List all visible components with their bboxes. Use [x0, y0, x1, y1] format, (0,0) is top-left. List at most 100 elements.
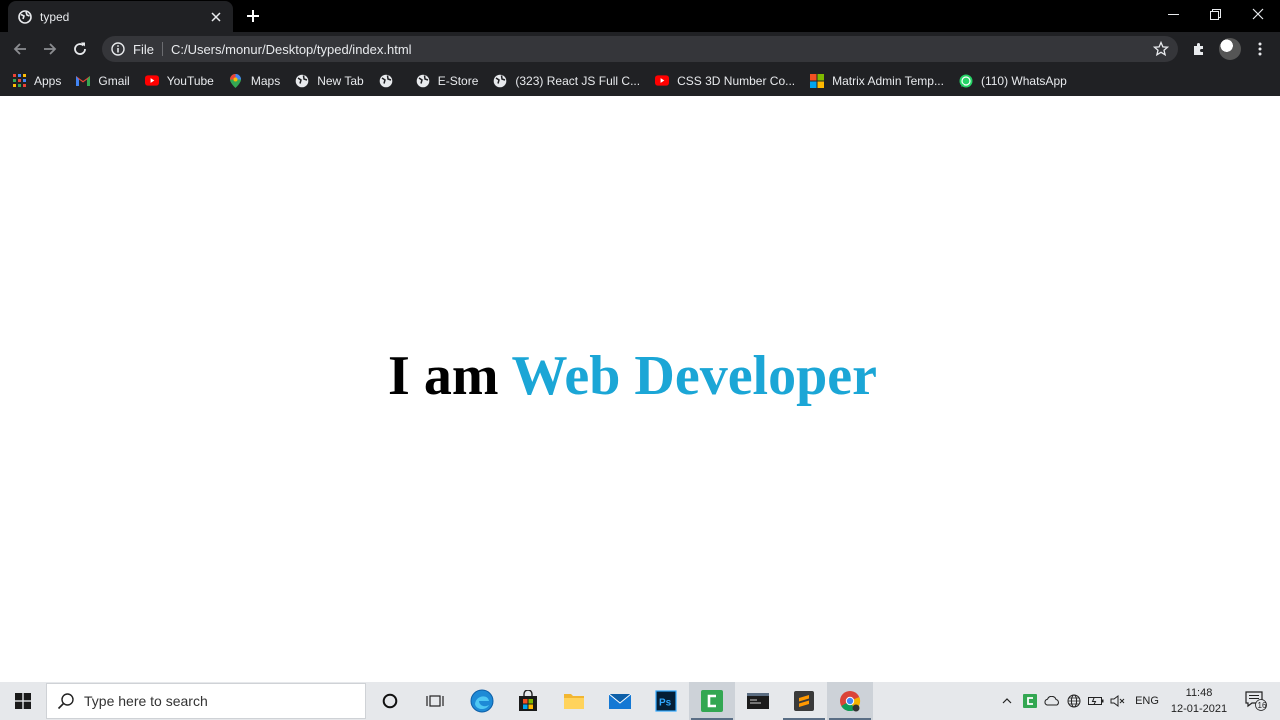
edge-app[interactable] — [459, 682, 505, 720]
bookmark-label: Apps — [34, 73, 62, 88]
chrome-browser-icon — [840, 691, 861, 712]
whatsapp-icon — [959, 74, 973, 88]
terminal-app[interactable] — [735, 682, 781, 720]
close-tab-icon[interactable] — [209, 10, 223, 24]
show-hidden-icons-chevron-icon[interactable] — [998, 682, 1016, 720]
globe-icon — [493, 74, 507, 88]
minimize-button[interactable] — [1151, 0, 1195, 28]
maps-icon — [229, 73, 243, 88]
address-divider — [161, 42, 163, 56]
bookmark-label: CSS 3D Number Co... — [677, 73, 796, 88]
page-viewport: I am Web Developer — [0, 96, 1280, 682]
windows-taskbar: Type here to search Ps ENG 11:48 12-01-2… — [0, 682, 1280, 720]
cortana-circle-icon — [382, 693, 398, 709]
globe-icon — [379, 74, 393, 88]
close-window-button[interactable] — [1236, 0, 1280, 28]
info-icon[interactable] — [111, 42, 125, 56]
bookmark-e-store[interactable]: E-Store — [416, 73, 479, 88]
apps-grid-icon — [12, 74, 26, 88]
bookmark-label: Matrix Admin Temp... — [832, 73, 944, 88]
globe-icon — [18, 9, 32, 24]
address-url[interactable]: C:/Users/monur/Desktop/typed/index.html — [171, 42, 412, 57]
camtasia-icon — [701, 690, 723, 712]
taskbar-search-box[interactable]: Type here to search — [46, 683, 366, 719]
action-center-button[interactable]: 16 — [1238, 682, 1274, 720]
youtube-icon — [655, 74, 670, 88]
address-bar[interactable]: File C:/Users/monur/Desktop/typed/index.… — [102, 36, 1178, 62]
clock-date: 12-01-2021 — [1170, 703, 1228, 715]
bookmark-whatsapp[interactable]: (110) WhatsApp — [959, 74, 1067, 88]
edge-browser-icon — [470, 689, 494, 713]
browser-tab[interactable]: typed — [8, 1, 233, 32]
photoshop-icon: Ps — [655, 690, 677, 712]
search-placeholder: Type here to search — [84, 693, 208, 709]
battery-icon[interactable] — [1086, 682, 1106, 720]
reload-icon[interactable] — [69, 38, 91, 60]
sublime-text-app[interactable] — [781, 682, 827, 720]
onedrive-cloud-icon[interactable] — [1042, 682, 1062, 720]
terminal-window-icon — [747, 693, 769, 709]
browser-tab-strip: typed — [0, 0, 1280, 32]
svg-text:Ps: Ps — [659, 698, 672, 709]
microsoft-store-icon — [519, 690, 537, 711]
windows-logo-icon — [15, 693, 31, 709]
back-arrow-icon[interactable] — [9, 38, 31, 60]
bookmark-star-icon[interactable] — [1153, 41, 1169, 57]
bookmark-css-3d[interactable]: CSS 3D Number Co... — [655, 74, 795, 88]
bookmark-label: Maps — [250, 73, 281, 88]
camtasia-tray-icon[interactable] — [1020, 682, 1040, 720]
system-clock[interactable]: 11:48 12-01-2021 — [1166, 685, 1232, 717]
restore-button[interactable] — [1193, 0, 1237, 28]
input-language[interactable]: ENG — [1132, 682, 1162, 720]
network-globe-icon[interactable] — [1064, 682, 1084, 720]
cortana-button[interactable] — [367, 682, 413, 720]
bookmarks-bar: Apps Gmail YouTube Maps New Tab E-Store … — [0, 65, 1280, 96]
start-button[interactable] — [0, 682, 46, 720]
bookmark-maps[interactable]: Maps — [229, 73, 281, 88]
browser-toolbar: File C:/Users/monur/Desktop/typed/index.… — [0, 32, 1280, 65]
bookmark-label: YouTube — [166, 73, 214, 88]
microsoft-icon — [810, 73, 825, 88]
folder-icon — [564, 694, 584, 709]
search-icon — [57, 692, 75, 710]
bookmark-label: E-Store — [437, 73, 479, 88]
speaker-muted-icon[interactable] — [1108, 682, 1128, 720]
globe-icon — [416, 74, 430, 88]
notification-count: 16 — [1257, 701, 1267, 710]
globe-icon — [295, 74, 309, 88]
bookmark-gmail[interactable]: Gmail — [76, 73, 130, 88]
bookmark-label: Gmail — [98, 73, 130, 88]
bookmark-apps[interactable]: Apps — [12, 74, 61, 88]
youtube-icon — [144, 74, 159, 88]
forward-arrow-icon[interactable] — [39, 38, 61, 60]
typed-text: Web Developer — [511, 345, 877, 407]
clock-time: 11:48 — [1185, 687, 1213, 699]
photoshop-app[interactable]: Ps — [643, 682, 689, 720]
bookmark-react-js[interactable]: (323) React JS Full C... — [493, 74, 640, 88]
headline-static-text: I am — [388, 345, 499, 407]
store-app[interactable] — [505, 682, 551, 720]
address-scheme: File — [133, 41, 154, 57]
sublime-text-icon — [794, 691, 814, 711]
gmail-icon — [76, 74, 91, 88]
menu-kebab-icon[interactable] — [1249, 39, 1271, 59]
bookmark-youtube[interactable]: YouTube — [144, 73, 214, 88]
bookmark-label: (323) React JS Full C... — [515, 73, 641, 88]
task-view-button[interactable] — [412, 682, 458, 720]
bookmark-matrix-admin[interactable]: Matrix Admin Temp... — [810, 73, 944, 88]
headline: I am Web Developer — [0, 344, 1265, 408]
file-explorer-app[interactable] — [551, 682, 597, 720]
tab-title: typed — [40, 9, 70, 24]
mail-app[interactable] — [597, 682, 643, 720]
profile-avatar[interactable] — [1219, 38, 1241, 60]
new-tab-button[interactable] — [243, 6, 263, 26]
task-view-icon — [426, 695, 444, 707]
mail-envelope-icon — [608, 693, 632, 709]
extensions-puzzle-icon[interactable] — [1188, 39, 1210, 59]
bookmark-untitled[interactable] — [379, 74, 401, 88]
bookmark-new-tab[interactable]: New Tab — [295, 73, 364, 88]
bookmark-label: (110) WhatsApp — [980, 73, 1067, 88]
bookmark-label: New Tab — [317, 73, 364, 88]
chrome-app[interactable] — [827, 682, 873, 720]
camtasia-app[interactable] — [689, 682, 735, 720]
